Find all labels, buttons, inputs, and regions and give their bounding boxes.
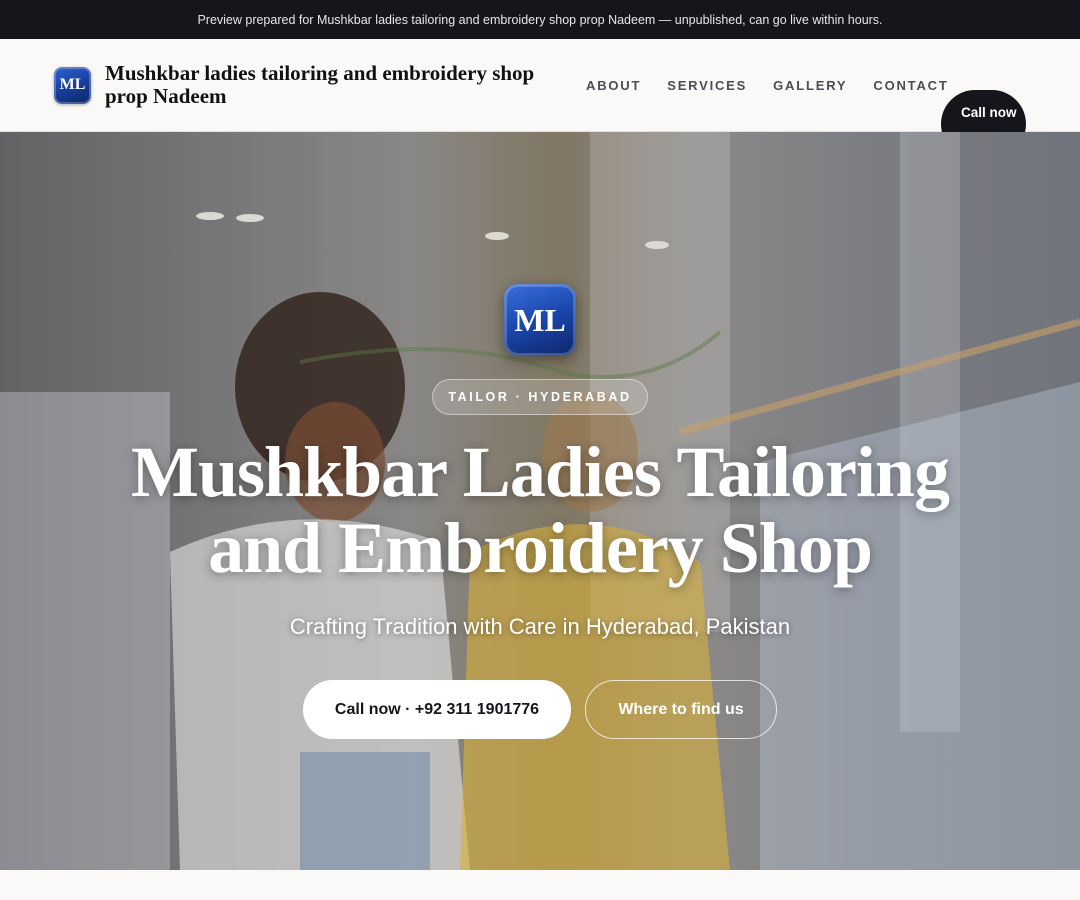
- hero-category-tag: TAILOR · HYDERABAD: [432, 379, 648, 415]
- next-section-edge: [0, 870, 1080, 900]
- nav-about[interactable]: ABOUT: [586, 78, 641, 93]
- hero-title: Mushkbar Ladies Tailoring and Embroidery…: [90, 434, 990, 586]
- nav-gallery[interactable]: GALLERY: [773, 78, 847, 93]
- brand-name[interactable]: Mushkbar ladies tailoring and embroidery…: [105, 62, 575, 108]
- preview-banner: Preview prepared for Mushkbar ladies tai…: [0, 0, 1080, 39]
- nav-contact[interactable]: CONTACT: [873, 78, 948, 93]
- hero-logo: ML: [504, 284, 576, 356]
- main-nav: ABOUT SERVICES GALLERY CONTACT: [586, 39, 949, 132]
- hero-subtitle: Crafting Tradition with Care in Hyderaba…: [289, 614, 791, 639]
- site-header: ML Mushkbar ladies tailoring and embroid…: [0, 39, 1080, 158]
- hero-section: ML TAILOR · HYDERABAD Mushkbar Ladies Ta…: [0, 132, 1080, 870]
- hero-content: ML TAILOR · HYDERABAD Mushkbar Ladies Ta…: [0, 132, 1080, 870]
- brand-logo[interactable]: ML: [54, 66, 91, 104]
- hero-title-line2: and Embroidery Shop: [208, 508, 873, 588]
- hero-call-button[interactable]: Call now · +92 311 1901776: [303, 680, 571, 739]
- nav-services[interactable]: SERVICES: [667, 78, 747, 93]
- hero-title-line1: Mushkbar Ladies Tailoring: [131, 432, 950, 512]
- preview-banner-text: Preview prepared for Mushkbar ladies tai…: [197, 12, 883, 27]
- hero-find-us-button[interactable]: Where to find us: [585, 680, 777, 739]
